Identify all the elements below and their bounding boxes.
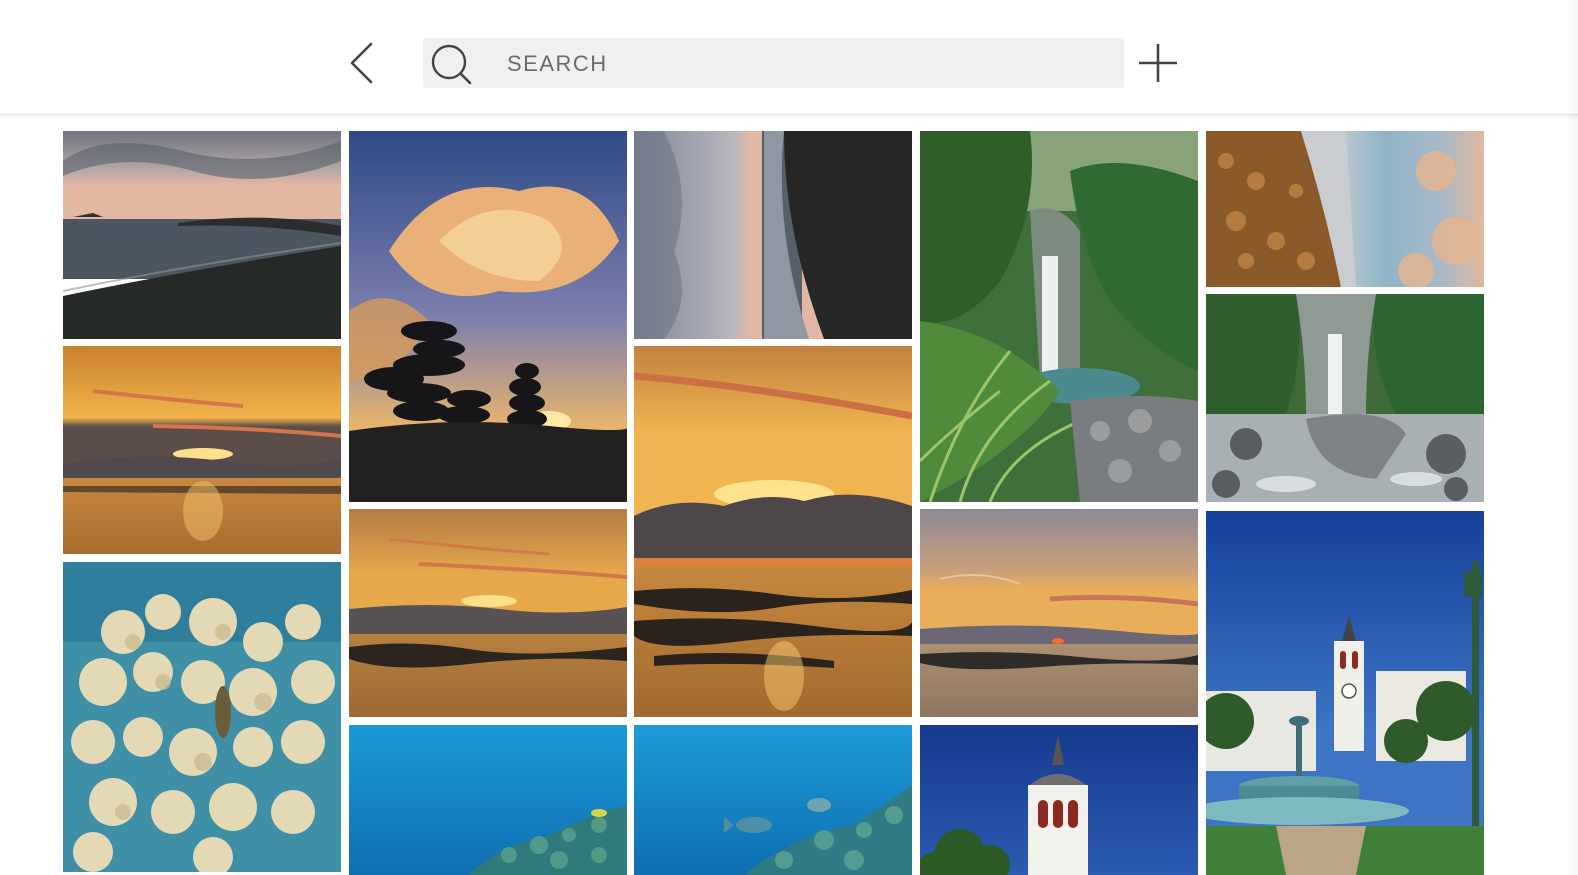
photo-sunset-horizon[interactable] (920, 509, 1198, 717)
photo-gallery-app (0, 0, 1578, 875)
photo-underwater-fish[interactable] (634, 725, 912, 875)
photo-rotated-rocky-shore[interactable] (1206, 131, 1484, 287)
photo-sunset-sea-wide[interactable] (63, 346, 341, 554)
back-button[interactable] (338, 36, 386, 92)
plus-icon (1139, 44, 1177, 82)
photo-waterfall-rocks[interactable] (1206, 294, 1484, 502)
scroll-edge (1566, 0, 1578, 875)
photo-coral-reef[interactable] (63, 562, 341, 872)
photo-coast-dusk[interactable] (63, 131, 341, 339)
photo-town-square-church-fountain[interactable] (1206, 511, 1484, 875)
photo-sunset-sea-tall[interactable] (634, 346, 912, 717)
photo-underwater-reef[interactable] (349, 725, 627, 875)
photo-sunset-reef[interactable] (349, 509, 627, 717)
photo-rotated-cliff-sea[interactable] (634, 131, 912, 339)
photo-church-bell-tower[interactable] (920, 725, 1198, 875)
search-input[interactable] (505, 46, 1109, 82)
photo-stacked-stones-sunset[interactable] (349, 131, 627, 502)
photo-jungle-waterfall[interactable] (920, 131, 1198, 502)
search-box[interactable] (423, 38, 1124, 88)
search-icon (431, 44, 472, 85)
toolbar (0, 0, 1578, 115)
chevron-left-icon (350, 42, 373, 84)
add-button[interactable] (1136, 40, 1182, 86)
